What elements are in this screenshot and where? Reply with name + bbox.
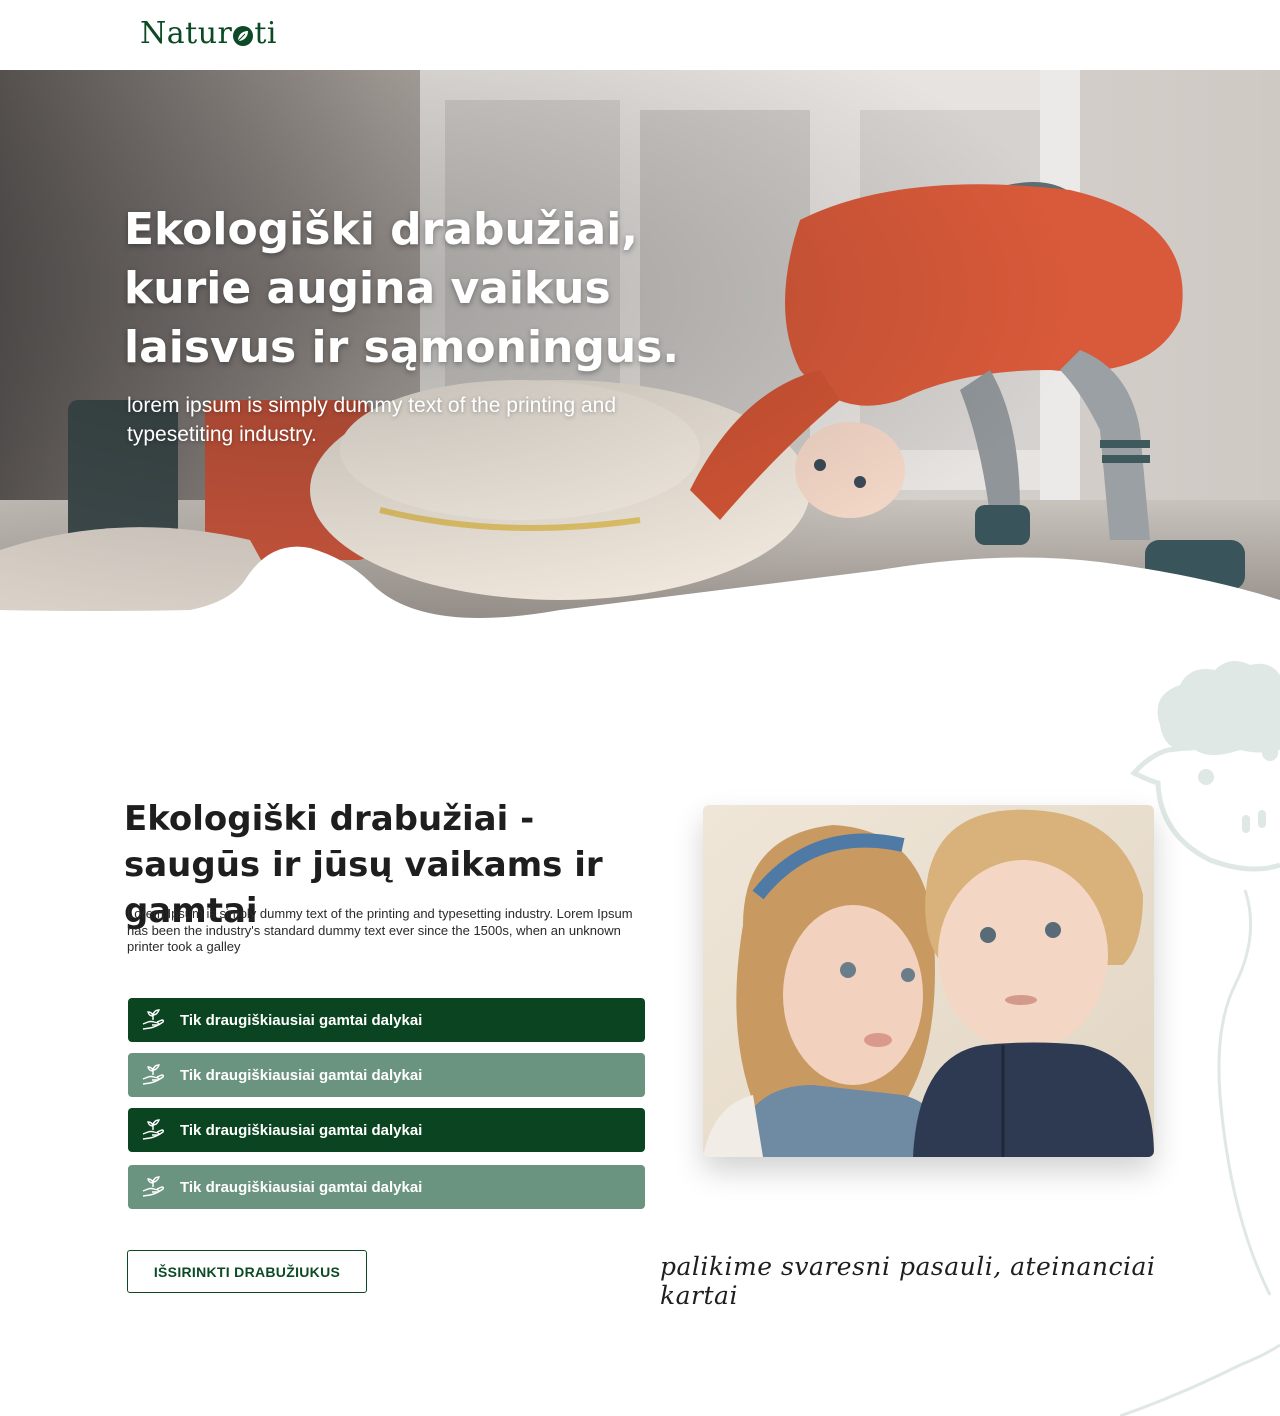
plant-hand-icon — [140, 1174, 166, 1200]
choose-clothes-button[interactable]: IŠSIRINKTI DRABUŽIUKUS — [127, 1250, 367, 1293]
feature-item[interactable]: Tik draugiškiausiai gamtai dalykai — [128, 998, 645, 1042]
logo[interactable]: Natur ti — [140, 16, 277, 51]
tagline: palikime svaresni pasauli, ateinanciai k… — [660, 1252, 1156, 1310]
hero-section: Ekologiški drabužiai, kurie augina vaiku… — [0, 70, 1280, 630]
logo-text-start: Natur — [140, 16, 233, 51]
logo-text-end: ti — [254, 16, 278, 51]
plant-hand-icon — [140, 1007, 166, 1033]
feature-label: Tik draugiškiausiai gamtai dalykai — [180, 1121, 423, 1139]
feature-item[interactable]: Tik draugiškiausiai gamtai dalykai — [128, 1108, 645, 1152]
feature-label: Tik draugiškiausiai gamtai dalykai — [180, 1178, 423, 1196]
plant-hand-icon — [140, 1117, 166, 1143]
plant-hand-icon — [140, 1062, 166, 1088]
feature-item[interactable]: Tik draugiškiausiai gamtai dalykai — [128, 1053, 645, 1097]
hero-subtitle: lorem ipsum is simply dummy text of the … — [127, 394, 617, 446]
hero-wave-divider — [0, 546, 1280, 630]
section-description: Lorem Ipsum is simply dummy text of the … — [127, 906, 633, 954]
leaf-icon — [233, 25, 254, 46]
children-photo — [703, 805, 1154, 1157]
feature-label: Tik draugiškiausiai gamtai dalykai — [180, 1066, 423, 1084]
feature-item[interactable]: Tik draugiškiausiai gamtai dalykai — [128, 1165, 645, 1209]
site-header: Natur ti — [0, 0, 1280, 70]
hero-title: Ekologiški drabužiai, kurie augina vaiku… — [124, 204, 680, 373]
feature-label: Tik draugiškiausiai gamtai dalykai — [180, 1011, 423, 1029]
